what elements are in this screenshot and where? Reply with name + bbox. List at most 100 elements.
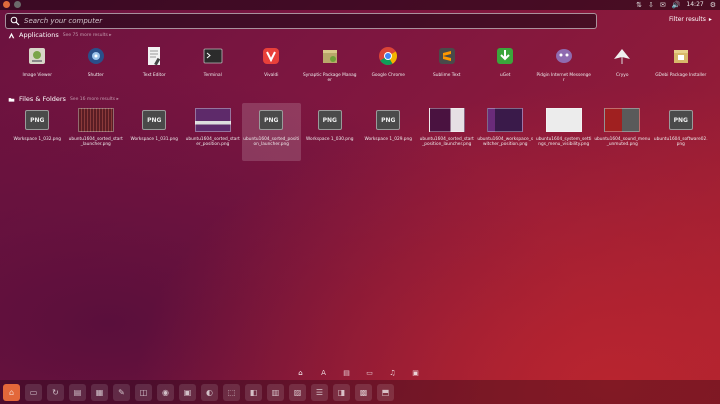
app-label: Cryyo — [616, 73, 629, 78]
file-tile[interactable]: PNG Workspace 1_031.png — [125, 103, 184, 161]
lens-home-icon[interactable]: ⌂ — [296, 368, 305, 377]
lens-music-icon[interactable]: ♫ — [388, 368, 397, 377]
app-tile[interactable]: Cryyo — [593, 40, 652, 95]
launcher-app-icon[interactable]: ☰ — [311, 383, 328, 401]
file-label: ubuntu1604_workspace_switcher_position.p… — [477, 137, 534, 147]
minimize-window-button[interactable] — [14, 1, 21, 8]
file-thumbnail — [487, 108, 524, 132]
file-tile[interactable]: ubuntu1604_system_settings_menu_visibili… — [535, 103, 594, 161]
app-tile[interactable]: Pidgin Internet Messenger — [535, 40, 594, 95]
screenshot-thumbnail — [487, 108, 524, 132]
lens-bar: ⌂ A ▤ ▭ ♫ ▣ — [296, 368, 420, 377]
app-tile[interactable]: uGet — [476, 40, 535, 95]
launcher-app-icon[interactable]: ▤ — [69, 383, 86, 401]
file-thumbnail — [545, 108, 582, 132]
close-window-button[interactable] — [3, 1, 10, 8]
search-input[interactable] — [20, 14, 596, 28]
indicator-icon[interactable]: ✉ — [660, 0, 666, 10]
file-label: ubuntu1604_sorted_position_launcher.png — [243, 137, 300, 147]
pidgin-icon — [553, 45, 575, 67]
file-thumbnail: PNG — [376, 109, 401, 131]
launcher-app-icon[interactable]: ◐ — [201, 383, 218, 401]
file-label: ubuntu1604_sorted_starter_position.png — [185, 137, 240, 147]
indicator-icon[interactable]: ⚙ — [710, 0, 716, 10]
app-tile[interactable]: Sublime Text — [418, 40, 477, 95]
files-title: Files & Folders — [19, 95, 66, 103]
launcher-app-icon[interactable]: ↻ — [47, 383, 64, 401]
vivaldi-icon — [260, 45, 282, 67]
screenshot-thumbnail — [77, 108, 114, 132]
file-tile[interactable]: PNG Workspace 1_032.png — [8, 103, 67, 161]
lens-applications-icon[interactable]: A — [319, 368, 328, 377]
applications-title: Applications — [19, 31, 59, 39]
screenshot-thumbnail — [604, 108, 641, 132]
lens-photos-icon[interactable]: ▣ — [411, 368, 420, 377]
file-thumbnail — [604, 108, 641, 132]
app-tile[interactable]: Synaptic Package Manager — [301, 40, 360, 95]
png-file-icon: PNG — [668, 110, 693, 130]
lens-video-icon[interactable]: ▭ — [365, 368, 374, 377]
app-tile[interactable]: Google Chrome — [359, 40, 418, 95]
launcher-app-icon[interactable]: ◫ — [135, 383, 152, 401]
launcher-app-icon[interactable]: ◉ — [157, 383, 174, 401]
launcher-app-icon[interactable]: ▥ — [267, 383, 284, 401]
chrome-icon — [377, 45, 399, 67]
sublime-icon — [436, 45, 458, 67]
launcher-app-icon[interactable]: ▣ — [179, 383, 196, 401]
launcher-app-icon[interactable]: ⬚ — [223, 383, 240, 401]
file-thumbnail: PNG — [142, 109, 167, 131]
file-tile[interactable]: PNG ubuntu1604_software02.png — [652, 103, 711, 161]
app-tile[interactable]: Image Viewer — [8, 40, 67, 95]
launcher-app-icon[interactable]: ◨ — [333, 383, 350, 401]
app-label: Terminal — [203, 73, 222, 78]
file-tile[interactable]: PNG Workspace 1_029.png — [359, 103, 418, 161]
clock[interactable]: 14:27 — [686, 0, 703, 10]
indicator-icon[interactable]: 🔊 — [672, 0, 681, 10]
file-tile[interactable]: ubuntu1604_sound_menu_unmuted.png — [593, 103, 652, 161]
launcher-app-icon[interactable]: ▦ — [91, 383, 108, 401]
file-tile[interactable]: PNG ubuntu1604_sorted_position_launcher.p… — [242, 103, 301, 161]
png-file-icon: PNG — [142, 110, 167, 130]
applications-grid: Image Viewer Shutter Text Editor Terminal Vi… — [8, 40, 718, 95]
lens-files-icon[interactable]: ▤ — [342, 368, 351, 377]
app-label: Synaptic Package Manager — [302, 73, 357, 83]
launcher-app-icon[interactable]: ◧ — [245, 383, 262, 401]
applications-see-more[interactable]: See 75 more results ▸ — [63, 33, 112, 38]
app-label: Pidgin Internet Messenger — [536, 73, 591, 83]
file-thumbnail: PNG — [259, 109, 284, 131]
gdebi-icon — [670, 45, 692, 67]
launcher-app-icon[interactable]: ⬒ — [377, 383, 394, 401]
files-see-more[interactable]: See 16 more results ▸ — [70, 97, 119, 102]
app-tile[interactable]: Shutter — [67, 40, 126, 95]
dash-home-icon[interactable]: ⌂ — [3, 383, 20, 401]
cryyo-icon — [611, 45, 633, 67]
dash-search-box[interactable] — [5, 13, 597, 29]
launcher-app-icon[interactable]: ▨ — [289, 383, 306, 401]
file-tile[interactable]: ubuntu1604_sorted_starter_position.png — [184, 103, 243, 161]
app-tile[interactable]: GDebi Package Installer — [652, 40, 711, 95]
app-label: Sublime Text — [433, 73, 461, 78]
file-label: Workspace 1_029.png — [364, 137, 412, 142]
app-label: uGet — [500, 73, 511, 78]
indicator-icon[interactable]: ⇅ — [636, 0, 642, 10]
launcher-app-icon[interactable]: ✎ — [113, 383, 130, 401]
app-label: Image Viewer — [22, 73, 52, 78]
file-tile[interactable]: ubuntu1604_sorted_start_position_launche… — [418, 103, 477, 161]
file-label: Workspace 1_032.png — [13, 137, 61, 142]
file-tile[interactable]: PNG Workspace 1_030.png — [301, 103, 360, 161]
filter-results-button[interactable]: Filter results ▸ — [669, 16, 712, 23]
file-tile[interactable]: ubuntu1604_sorted_start_launcher.png — [67, 103, 126, 161]
files-grid: PNG Workspace 1_032.png ubuntu1604_sorted_… — [8, 103, 718, 161]
app-tile[interactable]: Vivaldi — [242, 40, 301, 95]
terminal-icon — [202, 45, 224, 67]
file-tile[interactable]: ubuntu1604_workspace_switcher_position.p… — [476, 103, 535, 161]
launcher-app-icon[interactable]: ▩ — [355, 383, 372, 401]
applications-header: Applications See 75 more results ▸ — [8, 31, 112, 39]
indicator-area: ⇅ ⇩ ✉ 🔊 14:27 ⚙ — [636, 0, 716, 10]
app-tile[interactable]: Terminal — [184, 40, 243, 95]
folder-icon — [8, 97, 15, 102]
app-tile[interactable]: Text Editor — [125, 40, 184, 95]
indicator-icon[interactable]: ⇩ — [648, 0, 654, 10]
search-icon — [10, 16, 20, 26]
launcher-app-icon[interactable]: ▭ — [25, 383, 42, 401]
